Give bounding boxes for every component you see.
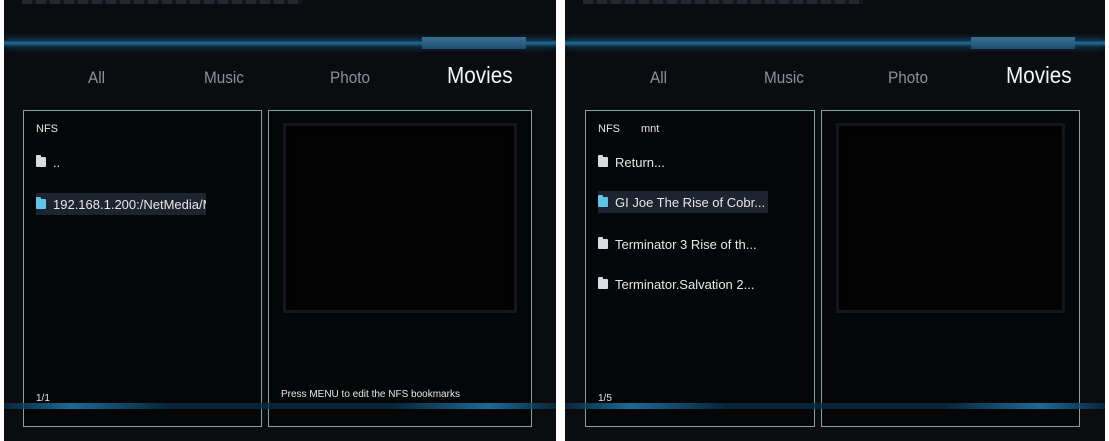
top-accent-block	[422, 37, 526, 49]
tab-movies[interactable]: Movies	[1006, 62, 1072, 89]
bottom-accent-bar	[4, 403, 556, 409]
list-item-label: Terminator.Salvation 2...	[615, 276, 755, 292]
tab-music[interactable]: Music	[764, 68, 804, 88]
preview-panel	[821, 110, 1080, 427]
list-item-movie-folder[interactable]: GI Joe The Rise of Cobr...	[598, 191, 768, 213]
list-item-parent[interactable]: ..	[36, 151, 206, 173]
list-item-label: 192.168.1.200:/NetMedia/M	[53, 196, 206, 212]
list-item-movie-folder[interactable]: Terminator.Salvation 2...	[598, 273, 768, 295]
folder-icon	[598, 237, 608, 249]
hint-text: Press MENU to edit the NFS bookmarks	[281, 389, 460, 400]
list-item-label: GI Joe The Rise of Cobr...	[615, 194, 766, 210]
preview-thumbnail-area	[836, 123, 1065, 313]
list-item-movie-folder[interactable]: Terminator 3 Rise of th...	[598, 233, 768, 255]
bottom-accent-bar	[565, 403, 1105, 409]
file-list-panel: NFS mnt Return... GI Joe The Rise of Cob…	[585, 110, 815, 427]
folder-icon	[36, 197, 46, 209]
top-decoration	[583, 0, 863, 4]
source-label: NFS	[598, 123, 620, 135]
folder-icon	[598, 277, 608, 289]
category-tabs: All Music Photo Movies	[4, 62, 556, 102]
source-label: NFS	[36, 123, 58, 135]
list-item-return[interactable]: Return...	[598, 151, 768, 173]
folder-icon	[598, 155, 608, 167]
media-browser-screen-movies-folder: All Music Photo Movies NFS mnt Return...…	[565, 0, 1105, 441]
tab-all[interactable]: All	[650, 68, 667, 88]
preview-panel: Press MENU to edit the NFS bookmarks	[268, 110, 532, 427]
list-item-nfs-share[interactable]: 192.168.1.200:/NetMedia/M	[36, 193, 206, 215]
list-item-label: ..	[53, 154, 61, 170]
file-list-panel: NFS .. 192.168.1.200:/NetMedia/M 1/1	[23, 110, 262, 427]
tab-movies[interactable]: Movies	[447, 62, 513, 89]
list-item-label: Terminator 3 Rise of th...	[615, 236, 757, 252]
tab-photo[interactable]: Photo	[330, 68, 370, 88]
current-path: mnt	[641, 123, 660, 135]
tab-photo[interactable]: Photo	[888, 68, 928, 88]
folder-icon	[36, 155, 46, 167]
list-item-label: Return...	[615, 154, 665, 170]
tab-all[interactable]: All	[88, 68, 105, 88]
folder-icon	[598, 195, 608, 207]
top-decoration	[22, 0, 302, 4]
category-tabs: All Music Photo Movies	[565, 62, 1105, 102]
tab-music[interactable]: Music	[204, 68, 244, 88]
top-accent-block	[971, 37, 1075, 49]
media-browser-screen-nfs-root: All Music Photo Movies NFS .. 192.168.1.…	[4, 0, 556, 441]
preview-thumbnail-area	[283, 123, 517, 313]
